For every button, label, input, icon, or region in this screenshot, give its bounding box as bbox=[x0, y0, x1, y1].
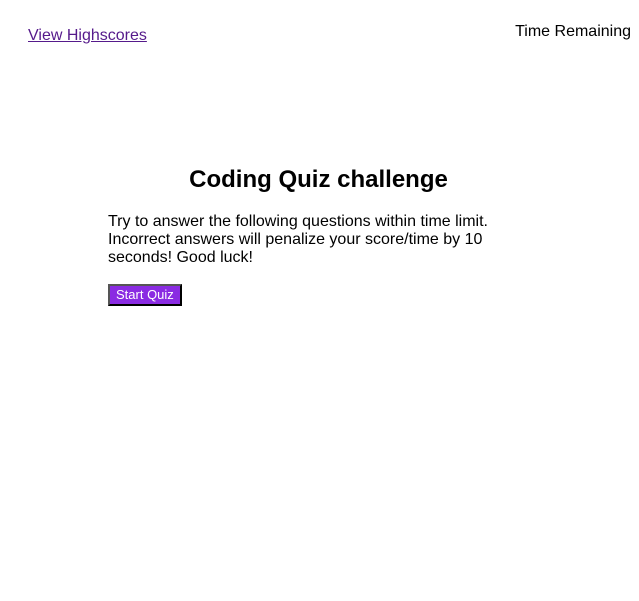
quiz-intro-section: Coding Quiz challenge Try to answer the … bbox=[108, 166, 529, 306]
page-title: Coding Quiz challenge bbox=[189, 166, 448, 193]
time-remaining-label: Time Remaining bbox=[515, 23, 631, 40]
quiz-instructions: Try to answer the following questions wi… bbox=[108, 213, 488, 266]
start-quiz-button[interactable]: Start Quiz bbox=[108, 284, 182, 306]
view-highscores-link[interactable]: View Highscores bbox=[28, 27, 147, 45]
page: View Highscores Time Remaining Coding Qu… bbox=[0, 0, 639, 601]
